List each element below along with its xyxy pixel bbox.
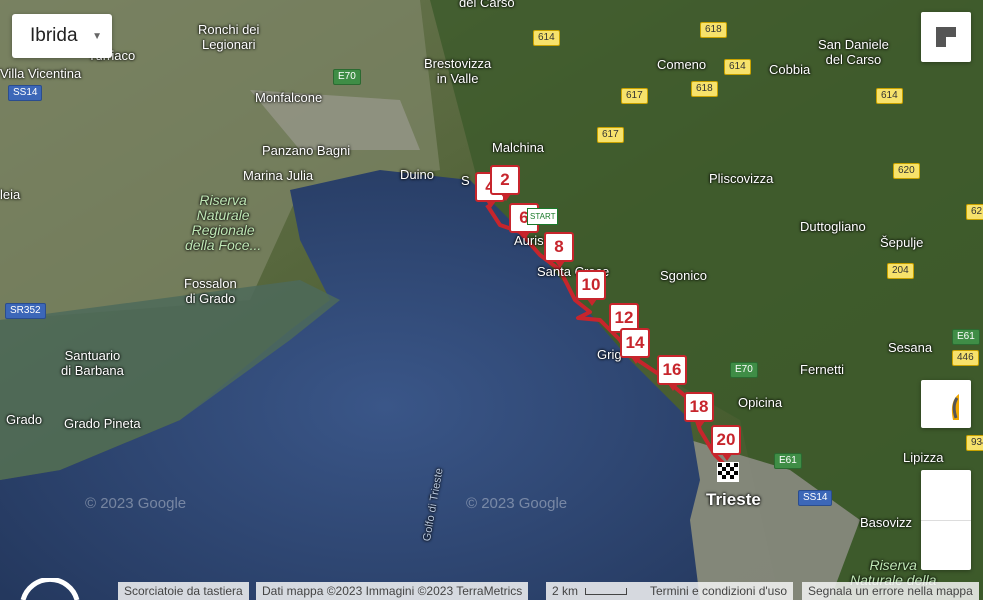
- google-logo-icon: [20, 578, 80, 600]
- place-label-grado: Grado: [6, 412, 43, 427]
- map-watermark: © 2023 Google: [466, 495, 568, 512]
- road-shield-s618b: 618: [691, 81, 718, 97]
- place-label-opicina: Opicina: [738, 395, 783, 410]
- scale-label: 2 km: [552, 584, 579, 598]
- terms-link[interactable]: Termini e condizioni d'uso: [644, 582, 794, 600]
- road-shield-ss14a: SS14: [8, 85, 43, 101]
- reserve-label-riserva: Riserva Naturale Regionale della Foce...: [185, 192, 262, 253]
- map-data-attribution: Dati mappa ©2023 Immagini ©2023 TerraMet…: [256, 582, 529, 600]
- road-shield-s446: 446: [952, 350, 979, 366]
- start-marker[interactable]: START: [527, 208, 559, 225]
- road-shield-e61a: E61: [952, 329, 980, 345]
- km-marker-16[interactable]: 16: [657, 355, 687, 391]
- place-label-sesana: Sesana: [888, 340, 933, 355]
- place-label-basovizza: Basovizz: [860, 515, 913, 530]
- road-shield-e70b: E70: [730, 362, 758, 378]
- road-shield-ss14b: SS14: [798, 490, 833, 506]
- place-label-marina: Marina Julia: [243, 168, 314, 183]
- road-shield-s617b: 617: [597, 127, 624, 143]
- km-marker-10[interactable]: 10: [576, 270, 606, 306]
- zoom-out-button[interactable]: [921, 521, 971, 570]
- road-shield-s617a: 617: [621, 88, 648, 104]
- km-marker-2[interactable]: 2: [490, 165, 520, 201]
- km-marker-20[interactable]: 20: [711, 425, 741, 461]
- place-label-sepulje: Šepulje: [880, 235, 924, 250]
- place-label-pliscovizza: Pliscovizza: [709, 171, 774, 186]
- place-label-cobbia: Cobbia: [769, 62, 811, 77]
- keyboard-shortcuts-link[interactable]: Scorciatoie da tastiera: [118, 582, 249, 600]
- road-shield-e61b: E61: [774, 453, 802, 469]
- place-label-trieste: Trieste: [706, 490, 761, 509]
- map-watermark: © 2023 Google: [85, 495, 187, 512]
- scale-line: [585, 588, 628, 596]
- place-label-ronchi: Ronchi dei Legionari: [198, 22, 260, 52]
- road-shield-s204: 204: [887, 263, 914, 279]
- place-label-panzano: Panzano Bagni: [262, 143, 351, 158]
- place-label-gradopineta: Grado Pineta: [64, 416, 141, 431]
- road-shield-s620: 620: [893, 163, 920, 179]
- place-label-fernetti: Fernetti: [800, 362, 845, 377]
- place-label-fossalon: Fossalon di Grado: [184, 276, 237, 306]
- pegman-icon: [951, 394, 959, 420]
- road-shield-s62: 62: [966, 204, 983, 220]
- map-type-label: Ibrida: [30, 25, 78, 46]
- fullscreen-icon: [936, 27, 956, 47]
- place-label-malchina: Malchina: [492, 140, 545, 155]
- map-type-dropdown[interactable]: Ibrida ▼: [12, 14, 112, 58]
- place-label-ileia: leia: [0, 187, 21, 202]
- road-shield-s614b: 614: [724, 59, 751, 75]
- place-label-sgonico: Sgonico: [660, 268, 707, 283]
- place-label-monfalcone: Monfalcone: [255, 90, 323, 105]
- zoom-controls: [921, 470, 971, 570]
- road-shield-s614a: 614: [533, 30, 560, 46]
- place-label-comeno: Comeno: [657, 57, 707, 72]
- finish-flag-icon[interactable]: [717, 462, 739, 482]
- zoom-in-button[interactable]: [921, 470, 971, 521]
- km-marker-18[interactable]: 18: [684, 392, 714, 428]
- scale-bar[interactable]: 2 km: [546, 582, 644, 600]
- place-label-grignano: Grig: [597, 347, 622, 362]
- report-error-link[interactable]: Segnala un errore nella mappa: [802, 582, 979, 600]
- place-label-sandaniele: San Daniele del Carso: [818, 37, 889, 67]
- place-label-villa: Villa Vicentina: [0, 66, 82, 81]
- road-shield-e70a: E70: [333, 69, 361, 85]
- chevron-down-icon: ▼: [92, 30, 102, 42]
- road-shield-s934: 934: [966, 435, 983, 451]
- place-label-sistiana: S: [461, 173, 470, 188]
- km-marker-14[interactable]: 14: [620, 328, 650, 364]
- road-shield-sr352: SR352: [5, 303, 46, 319]
- km-marker-8[interactable]: 8: [544, 232, 574, 268]
- road-shield-s618a: 618: [700, 22, 727, 38]
- place-label-delcarso: del Carso: [459, 0, 515, 10]
- road-shield-s614c: 614: [876, 88, 903, 104]
- pegman-button[interactable]: [921, 380, 971, 428]
- place-label-duttogliano: Duttogliano: [800, 219, 866, 234]
- place-label-duino: Duino: [400, 167, 434, 182]
- place-label-lipizza: Lipizza: [903, 450, 944, 465]
- place-label-santuario: Santuario di Barbana: [61, 348, 124, 378]
- fullscreen-button[interactable]: [921, 12, 971, 62]
- place-label-brestovizza: Brestovizza in Valle: [424, 56, 492, 86]
